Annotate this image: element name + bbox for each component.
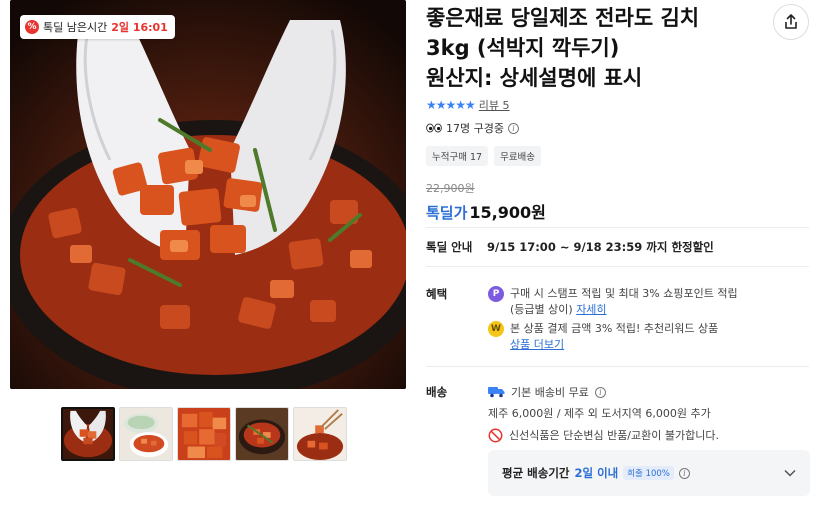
- thumb-pot-kimchi[interactable]: [235, 407, 289, 461]
- shipping-label: 배송: [426, 385, 448, 399]
- tag-list: 누적구매 17 무료배송: [426, 146, 542, 166]
- original-price: 22,900원: [426, 182, 475, 195]
- sale-price: 15,900원: [469, 203, 546, 222]
- deal-info-row: 톡딜 안내 9/15 17:00 ~ 9/18 23:59 까지 한정할인: [426, 239, 714, 255]
- info-icon[interactable]: i: [594, 386, 606, 398]
- benefit-details-link[interactable]: 자세히: [576, 303, 606, 316]
- reward-coin-icon: W: [488, 321, 504, 337]
- benefits-label: 혜택: [426, 287, 448, 301]
- shipping-fee-text: 기본 배송비 무료: [511, 386, 589, 399]
- main-product-image[interactable]: [10, 0, 406, 389]
- product-title-line1: 좋은재료 당일제조 전라도 김치: [426, 6, 700, 30]
- benefit-1-text: 구매 시 스탬프 적립 및 최대 3% 쇼핑포인트 적립: [510, 287, 738, 300]
- on-time-badge: 희출 100%: [623, 466, 674, 480]
- fresh-food-notice-row: 신선식품은 단순변심 반품/교환이 불가합니다.: [488, 427, 719, 443]
- tag-free-shipping: 무료배송: [494, 146, 542, 166]
- divider: [426, 266, 809, 267]
- info-icon[interactable]: i: [507, 122, 519, 134]
- review-link[interactable]: 리뷰 5: [479, 97, 510, 113]
- sale-price-row: 톡딜가 15,900원: [426, 199, 546, 223]
- thumb-red-kimchi[interactable]: [177, 407, 231, 461]
- product-title: 좋은재료 당일제조 전라도 김치 3kg (석박지 깍두기) 원산지: 상세설명…: [426, 3, 756, 93]
- share-button[interactable]: [773, 4, 809, 40]
- avg-delivery-value: 2일 이내: [574, 466, 619, 480]
- benefit-reward: W 본 상품 결제 금액 3% 적립! 추천리워드 상품 상품 더보기: [488, 321, 718, 353]
- product-title-line2: 3kg (석박지 깍두기): [426, 36, 620, 60]
- deal-timer-badge: % 톡딜 남은시간 2일 16:01: [20, 15, 175, 39]
- no-return-icon: [488, 428, 503, 442]
- product-title-line3: 원산지: 상세설명에 표시: [426, 66, 643, 90]
- tag-cumulative-purchase: 누적구매 17: [426, 146, 489, 166]
- shipping-extra-fee: 제주 6,000원 / 제주 외 도서지역 6,000원 추가: [488, 407, 711, 420]
- deal-timer-value: 2일 16:01: [111, 21, 168, 34]
- share-icon: [785, 14, 797, 29]
- divider: [426, 366, 809, 367]
- sale-label: 톡딜가: [426, 204, 468, 222]
- avg-delivery-label: 평균 배송기간: [502, 466, 570, 480]
- deal-info-period: 9/15 17:00 ~ 9/18 23:59 까지 한정할인: [487, 240, 714, 254]
- chevron-down-icon: [784, 466, 796, 480]
- rating-row: ★★★★★ 리뷰 5: [426, 97, 510, 113]
- points-icon: P: [488, 286, 504, 302]
- avg-delivery-dropdown[interactable]: 평균 배송기간 2일 이내 희출 100% i: [488, 450, 810, 496]
- eyes-icon: [426, 123, 442, 133]
- benefit-stamp-points: P 구매 시 스탬프 적립 및 최대 3% 쇼핑포인트 적립 (등급별 상이) …: [488, 286, 738, 318]
- percent-icon: %: [25, 20, 39, 34]
- truck-icon: [488, 387, 505, 398]
- thumbnail-strip: [61, 407, 347, 461]
- star-rating-icon: ★★★★★: [426, 98, 476, 112]
- viewers-text: 17명 구경중: [446, 122, 504, 135]
- deal-info-label: 톡딜 안내: [426, 240, 473, 254]
- more-products-link[interactable]: 상품 더보기: [510, 337, 718, 353]
- thumb-bowl-kimchi[interactable]: [119, 407, 173, 461]
- info-icon[interactable]: i: [678, 467, 690, 479]
- divider: [426, 227, 809, 228]
- benefit-1-subtext: (등급별 상이): [510, 303, 573, 316]
- deal-timer-label: 톡딜 남은시간: [43, 21, 108, 34]
- benefit-2-text: 본 상품 결제 금액 3% 적립! 추천리워드 상품: [510, 322, 719, 335]
- thumb-chopsticks-kimchi[interactable]: [293, 407, 347, 461]
- fresh-food-notice-text: 신선식품은 단순변심 반품/교환이 불가합니다.: [509, 429, 719, 442]
- viewers-row: 17명 구경중 i: [426, 120, 519, 136]
- thumb-gloves-kimchi[interactable]: [61, 407, 115, 461]
- shipping-fee-row: 기본 배송비 무료 i: [488, 384, 606, 400]
